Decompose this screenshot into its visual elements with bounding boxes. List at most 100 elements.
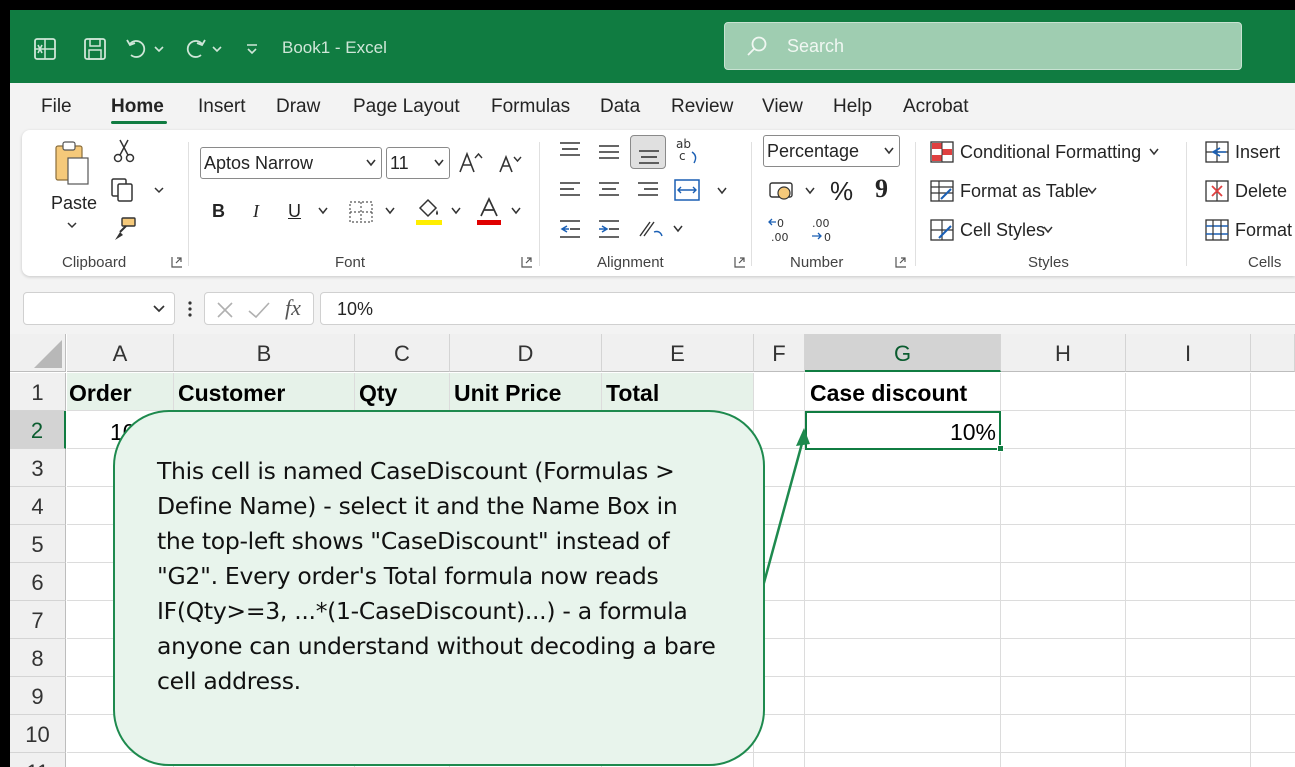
cut-icon[interactable] bbox=[112, 138, 136, 164]
align-left-icon[interactable] bbox=[558, 180, 582, 200]
row-header-4[interactable]: 4 bbox=[10, 487, 66, 525]
bold-button[interactable]: B bbox=[212, 201, 225, 222]
row-header-9[interactable]: 9 bbox=[10, 677, 66, 715]
tab-home[interactable]: Home bbox=[111, 96, 164, 118]
cell-c1[interactable]: Qty bbox=[359, 380, 397, 407]
column-header-e[interactable]: E bbox=[602, 334, 754, 372]
format-painter-icon[interactable] bbox=[112, 216, 138, 242]
cell-d1[interactable]: Unit Price bbox=[454, 380, 561, 407]
paste-label[interactable]: Paste bbox=[51, 193, 97, 214]
cell-styles-icon[interactable] bbox=[929, 218, 955, 242]
align-bottom-button[interactable] bbox=[630, 135, 666, 169]
column-header-f[interactable]: F bbox=[754, 334, 805, 372]
italic-button[interactable]: I bbox=[253, 201, 259, 222]
column-header-g[interactable]: G bbox=[805, 334, 1001, 372]
cancel-icon[interactable] bbox=[215, 300, 235, 320]
align-top-icon[interactable] bbox=[558, 140, 582, 160]
decrease-font-size-icon[interactable] bbox=[497, 152, 523, 176]
undo-dropdown-icon[interactable] bbox=[152, 36, 166, 62]
cell-styles-button[interactable]: Cell Styles bbox=[960, 220, 1045, 241]
row-header-7[interactable]: 7 bbox=[10, 601, 66, 639]
cell-a1[interactable]: Order bbox=[69, 380, 132, 407]
tab-view[interactable]: View bbox=[762, 96, 803, 118]
fill-color-dropdown-icon[interactable] bbox=[450, 206, 462, 216]
format-cells-button[interactable]: Format bbox=[1235, 220, 1292, 241]
font-color-icon[interactable] bbox=[475, 196, 503, 226]
tab-insert[interactable]: Insert bbox=[198, 96, 246, 118]
format-as-table-icon[interactable] bbox=[929, 179, 955, 203]
increase-font-size-icon[interactable] bbox=[458, 150, 484, 176]
row-header-10[interactable]: 10 bbox=[10, 715, 66, 753]
delete-cells-icon[interactable] bbox=[1204, 179, 1230, 203]
column-header-d[interactable]: D bbox=[450, 334, 602, 372]
align-middle-icon[interactable] bbox=[597, 142, 621, 162]
font-color-dropdown-icon[interactable] bbox=[510, 206, 522, 216]
undo-icon[interactable] bbox=[124, 36, 150, 62]
column-header-a[interactable]: A bbox=[67, 334, 174, 372]
increase-decimal-icon[interactable]: 0 .00 bbox=[767, 216, 797, 244]
format-as-table-button[interactable]: Format as Table bbox=[960, 181, 1089, 202]
chevron-down-icon[interactable] bbox=[1042, 225, 1054, 235]
tab-help[interactable]: Help bbox=[833, 96, 872, 118]
insert-cells-icon[interactable] bbox=[1204, 140, 1230, 164]
clipboard-launcher-icon[interactable] bbox=[171, 256, 183, 268]
tab-formulas[interactable]: Formulas bbox=[491, 96, 570, 118]
decrease-indent-icon[interactable] bbox=[558, 218, 582, 240]
fill-color-icon[interactable] bbox=[414, 196, 444, 226]
comma-style-button[interactable]: 9 bbox=[875, 174, 888, 204]
delete-cells-button[interactable]: Delete bbox=[1235, 181, 1287, 202]
search-box[interactable]: Search bbox=[724, 22, 1242, 70]
select-all-corner[interactable] bbox=[10, 334, 66, 372]
format-cells-icon[interactable] bbox=[1204, 218, 1230, 242]
number-format-dropdown[interactable]: Percentage bbox=[763, 135, 900, 167]
decrease-decimal-icon[interactable]: .00 0 bbox=[808, 216, 838, 244]
insert-function-button[interactable]: fx bbox=[285, 295, 301, 321]
column-header-c[interactable]: C bbox=[355, 334, 450, 372]
borders-icon[interactable] bbox=[348, 200, 374, 224]
percent-style-button[interactable]: % bbox=[830, 176, 853, 207]
row-header-1[interactable]: 1 bbox=[10, 373, 66, 411]
underline-dropdown-icon[interactable] bbox=[317, 206, 329, 216]
alignment-launcher-icon[interactable] bbox=[734, 256, 746, 268]
save-icon[interactable] bbox=[82, 36, 108, 62]
row-header-5[interactable]: 5 bbox=[10, 525, 66, 563]
name-box[interactable] bbox=[23, 292, 175, 325]
column-header-b[interactable]: B bbox=[174, 334, 355, 372]
wrap-dropdown-icon[interactable] bbox=[672, 224, 684, 234]
merge-dropdown-icon[interactable] bbox=[716, 186, 728, 196]
wrap-text-icon[interactable] bbox=[636, 216, 666, 242]
paste-dropdown-icon[interactable] bbox=[65, 220, 79, 232]
chevron-down-icon[interactable] bbox=[1148, 147, 1160, 157]
font-name-dropdown[interactable]: Aptos Narrow bbox=[200, 147, 382, 179]
row-header-6[interactable]: 6 bbox=[10, 563, 66, 601]
borders-dropdown-icon[interactable] bbox=[384, 206, 396, 216]
font-size-dropdown[interactable]: 11 bbox=[386, 147, 450, 179]
formula-input[interactable]: 10% bbox=[320, 292, 1295, 325]
orientation-icon[interactable]: ab c bbox=[674, 136, 702, 166]
tab-review[interactable]: Review bbox=[671, 96, 733, 118]
tab-file[interactable]: File bbox=[41, 96, 72, 118]
customize-qat-icon[interactable] bbox=[244, 36, 260, 62]
number-launcher-icon[interactable] bbox=[895, 256, 907, 268]
cell-g1[interactable]: Case discount bbox=[810, 380, 967, 407]
conditional-formatting-icon[interactable] bbox=[929, 140, 955, 164]
tab-draw[interactable]: Draw bbox=[276, 96, 320, 118]
tab-page-layout[interactable]: Page Layout bbox=[353, 96, 460, 118]
increase-indent-icon[interactable] bbox=[597, 218, 621, 240]
align-right-icon[interactable] bbox=[636, 180, 660, 200]
redo-icon[interactable] bbox=[182, 36, 208, 62]
fill-handle[interactable] bbox=[997, 445, 1004, 452]
conditional-formatting-button[interactable]: Conditional Formatting bbox=[960, 142, 1141, 163]
accounting-format-icon[interactable] bbox=[767, 178, 797, 204]
copy-icon[interactable] bbox=[110, 177, 138, 203]
enter-check-icon[interactable] bbox=[247, 300, 271, 320]
cell-e1[interactable]: Total bbox=[606, 380, 659, 407]
more-options-icon[interactable] bbox=[186, 299, 194, 319]
row-header-8[interactable]: 8 bbox=[10, 639, 66, 677]
cell-b1[interactable]: Customer bbox=[178, 380, 285, 407]
column-header-i[interactable]: I bbox=[1126, 334, 1251, 372]
insert-cells-button[interactable]: Insert bbox=[1235, 142, 1280, 163]
font-launcher-icon[interactable] bbox=[521, 256, 533, 268]
align-center-icon[interactable] bbox=[597, 180, 621, 200]
column-header-h[interactable]: H bbox=[1001, 334, 1126, 372]
